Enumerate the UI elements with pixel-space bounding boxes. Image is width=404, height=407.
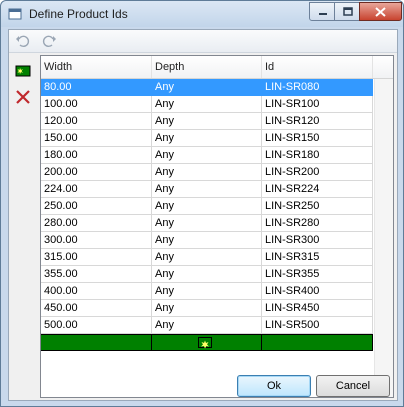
- cell-depth[interactable]: Any: [152, 79, 262, 96]
- table-row[interactable]: 355.00 Any LIN-SR355: [41, 266, 373, 283]
- new-row-icon: [198, 337, 212, 349]
- cell-id[interactable]: LIN-SR224: [262, 181, 373, 198]
- dialog-client-area: Width Depth Id 80.00 Any LIN-SR080 100.00 An…: [8, 29, 398, 401]
- cell-id[interactable]: LIN-SR200: [262, 164, 373, 181]
- delete-row-icon[interactable]: [15, 89, 31, 105]
- cell-id[interactable]: LIN-SR250: [262, 198, 373, 215]
- cell-width[interactable]: 355.00: [41, 266, 152, 283]
- redo-icon[interactable]: [41, 33, 57, 49]
- cell-width[interactable]: 300.00: [41, 232, 152, 249]
- toolbar: [9, 30, 397, 53]
- cell-depth[interactable]: Any: [152, 300, 262, 317]
- new-row-cell[interactable]: [152, 334, 262, 351]
- table-row[interactable]: 80.00 Any LIN-SR080: [41, 79, 373, 96]
- title-bar[interactable]: Define Product Ids: [1, 1, 403, 27]
- cell-depth[interactable]: Any: [152, 147, 262, 164]
- cell-depth[interactable]: Any: [152, 317, 262, 334]
- column-header-id[interactable]: Id: [262, 56, 373, 78]
- grid-header: Width Depth Id: [41, 56, 393, 79]
- cell-id[interactable]: LIN-SR080: [262, 79, 373, 96]
- cell-width[interactable]: 120.00: [41, 113, 152, 130]
- cell-width[interactable]: 200.00: [41, 164, 152, 181]
- cell-id[interactable]: LIN-SR100: [262, 96, 373, 113]
- cell-width[interactable]: 280.00: [41, 215, 152, 232]
- cell-id[interactable]: LIN-SR150: [262, 130, 373, 147]
- cell-width[interactable]: 180.00: [41, 147, 152, 164]
- cell-id[interactable]: LIN-SR355: [262, 266, 373, 283]
- cell-id[interactable]: LIN-SR500: [262, 317, 373, 334]
- cell-id[interactable]: LIN-SR315: [262, 249, 373, 266]
- cell-depth[interactable]: Any: [152, 96, 262, 113]
- add-row-icon[interactable]: [15, 63, 31, 79]
- cell-depth[interactable]: Any: [152, 164, 262, 181]
- cell-id[interactable]: LIN-SR180: [262, 147, 373, 164]
- cell-width[interactable]: 400.00: [41, 283, 152, 300]
- table-row[interactable]: 100.00 Any LIN-SR100: [41, 96, 373, 113]
- product-ids-grid[interactable]: Width Depth Id 80.00 Any LIN-SR080 100.00 An…: [40, 55, 394, 398]
- column-header-depth[interactable]: Depth: [152, 56, 262, 78]
- cell-width[interactable]: 80.00: [41, 79, 152, 96]
- ok-button[interactable]: Ok: [237, 375, 311, 397]
- new-row-cell[interactable]: [41, 334, 152, 351]
- cell-depth[interactable]: Any: [152, 113, 262, 130]
- table-row[interactable]: 250.00 Any LIN-SR250: [41, 198, 373, 215]
- cell-width[interactable]: 250.00: [41, 198, 152, 215]
- cell-depth[interactable]: Any: [152, 283, 262, 300]
- dialog-window: Define Product Ids Width Depth Id 80.00 …: [0, 0, 404, 407]
- cell-id[interactable]: LIN-SR120: [262, 113, 373, 130]
- minimize-button[interactable]: [309, 2, 336, 21]
- table-row[interactable]: 500.00 Any LIN-SR500: [41, 317, 373, 334]
- table-row[interactable]: 280.00 Any LIN-SR280: [41, 215, 373, 232]
- cell-width[interactable]: 450.00: [41, 300, 152, 317]
- new-row[interactable]: [41, 334, 373, 351]
- cell-id[interactable]: LIN-SR450: [262, 300, 373, 317]
- table-row[interactable]: 120.00 Any LIN-SR120: [41, 113, 373, 130]
- cell-width[interactable]: 315.00: [41, 249, 152, 266]
- cell-id[interactable]: LIN-SR280: [262, 215, 373, 232]
- table-row[interactable]: 150.00 Any LIN-SR150: [41, 130, 373, 147]
- cancel-button[interactable]: Cancel: [316, 375, 390, 397]
- table-row[interactable]: 224.00 Any LIN-SR224: [41, 181, 373, 198]
- column-header-filler: [373, 56, 393, 78]
- cell-width[interactable]: 150.00: [41, 130, 152, 147]
- side-panel: [9, 53, 37, 398]
- cell-width[interactable]: 100.00: [41, 96, 152, 113]
- minimize-icon: [318, 12, 327, 15]
- table-row[interactable]: 315.00 Any LIN-SR315: [41, 249, 373, 266]
- cell-id[interactable]: LIN-SR400: [262, 283, 373, 300]
- cell-width[interactable]: 224.00: [41, 181, 152, 198]
- vertical-scrollbar[interactable]: [374, 79, 393, 397]
- cell-depth[interactable]: Any: [152, 215, 262, 232]
- maximize-icon: [342, 7, 353, 16]
- cell-depth[interactable]: Any: [152, 181, 262, 198]
- cell-id[interactable]: LIN-SR300: [262, 232, 373, 249]
- column-header-width[interactable]: Width: [41, 56, 152, 78]
- cell-depth[interactable]: Any: [152, 249, 262, 266]
- cell-depth[interactable]: Any: [152, 232, 262, 249]
- table-row[interactable]: 450.00 Any LIN-SR450: [41, 300, 373, 317]
- new-row-cell[interactable]: [262, 334, 373, 351]
- cell-depth[interactable]: Any: [152, 266, 262, 283]
- app-icon: [8, 8, 22, 20]
- close-icon: [375, 6, 386, 17]
- table-row[interactable]: 200.00 Any LIN-SR200: [41, 164, 373, 181]
- table-row[interactable]: 300.00 Any LIN-SR300: [41, 232, 373, 249]
- cell-width[interactable]: 500.00: [41, 317, 152, 334]
- cell-depth[interactable]: Any: [152, 130, 262, 147]
- cell-depth[interactable]: Any: [152, 198, 262, 215]
- table-row[interactable]: 400.00 Any LIN-SR400: [41, 283, 373, 300]
- table-row[interactable]: 180.00 Any LIN-SR180: [41, 147, 373, 164]
- window-title: Define Product Ids: [29, 7, 128, 21]
- undo-icon[interactable]: [15, 33, 31, 49]
- maximize-button[interactable]: [334, 2, 361, 21]
- close-button[interactable]: [359, 2, 402, 21]
